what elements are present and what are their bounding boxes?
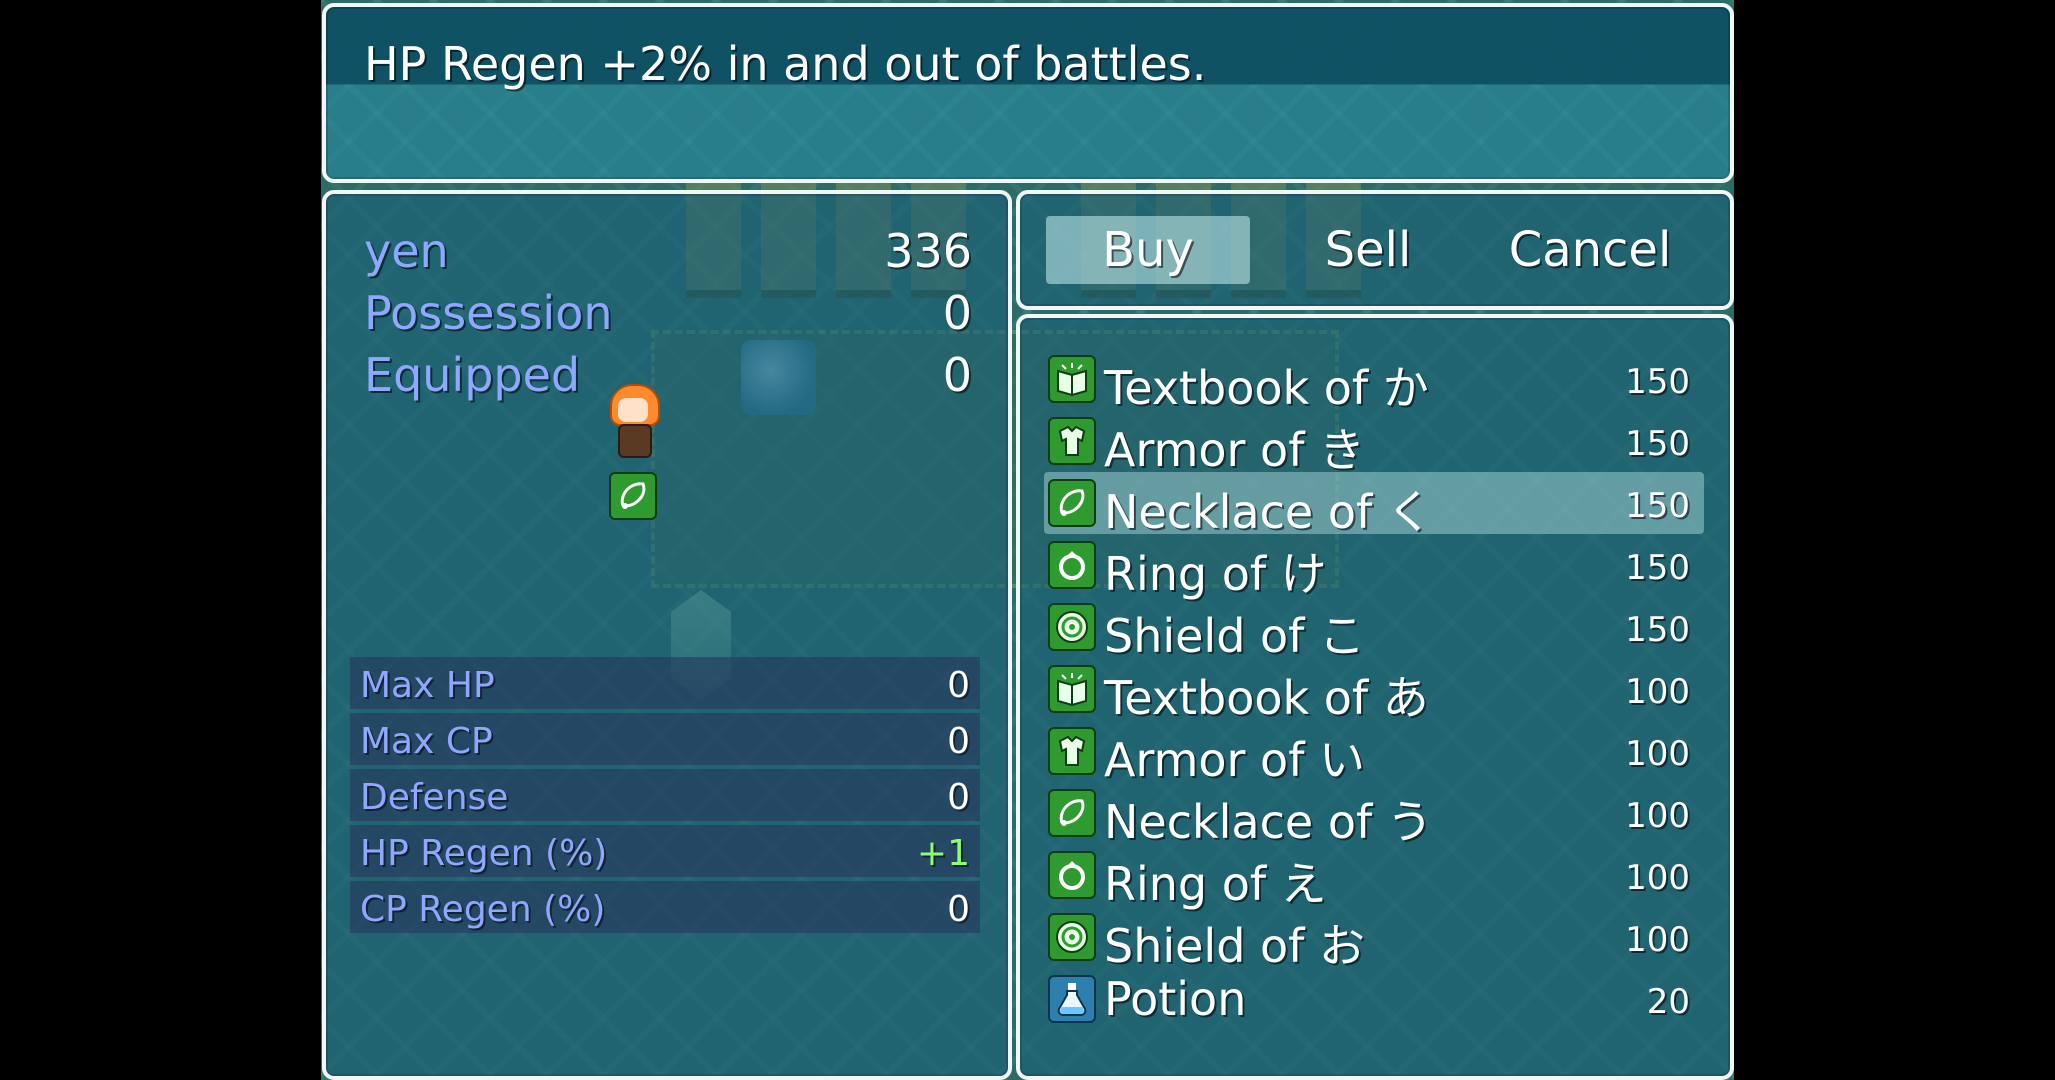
equipped-value: 0 [942, 348, 972, 402]
item-price: 150 [1625, 548, 1690, 588]
potion-icon [1048, 975, 1096, 1023]
param-row: HP Regen (%) +1 [350, 825, 980, 877]
item-price: 100 [1625, 920, 1690, 960]
item-price: 100 [1625, 796, 1690, 836]
item-name: Necklace of う [1104, 795, 1433, 849]
necklace-icon [1048, 479, 1096, 527]
actor-body [618, 424, 652, 458]
item-name: Potion [1104, 972, 1247, 1026]
item-name: Armor of い [1104, 733, 1366, 787]
item-price: 100 [1625, 734, 1690, 774]
param-value: 0 [947, 889, 970, 930]
param-label: HP Regen (%) [360, 833, 608, 874]
item-description: HP Regen +2% in and out of battles. [364, 37, 1207, 91]
item-name: Ring of え [1104, 857, 1327, 911]
ring-icon [1048, 851, 1096, 899]
armor-icon [1048, 727, 1096, 775]
textbook-icon [1048, 355, 1096, 403]
buy-button[interactable]: Buy [1046, 216, 1250, 284]
list-item[interactable]: Textbook of あ 100 [1044, 658, 1704, 725]
param-value-increase: +1 [916, 833, 970, 874]
ring-icon [1048, 541, 1096, 589]
param-label: Defense [360, 777, 509, 818]
parameter-list: Max HP 0 Max CP 0 Defense 0 HP Regen (%)… [350, 657, 980, 937]
command-window: Buy Sell Cancel [1016, 190, 1734, 310]
shield-icon [1048, 603, 1096, 651]
help-window: HP Regen +2% in and out of battles. [322, 3, 1734, 183]
param-row: CP Regen (%) 0 [350, 881, 980, 933]
param-label: Max HP [360, 665, 495, 706]
param-row: Max CP 0 [350, 713, 980, 765]
item-price: 150 [1625, 362, 1690, 402]
item-price: 100 [1625, 672, 1690, 712]
possession-value: 0 [942, 286, 972, 340]
item-name: Textbook of か [1104, 361, 1429, 415]
item-name: Shield of こ [1104, 609, 1365, 663]
param-row: Max HP 0 [350, 657, 980, 709]
list-item[interactable]: Ring of え 100 [1044, 844, 1704, 911]
list-item[interactable]: Potion 20 [1044, 968, 1704, 1030]
param-row: Defense 0 [350, 769, 980, 821]
item-name: Armor of き [1104, 423, 1366, 477]
list-item[interactable]: Ring of け 150 [1044, 534, 1704, 601]
currency-label: yen [364, 224, 449, 278]
possession-label: Possession [364, 286, 613, 340]
actor-face [618, 398, 648, 422]
armor-icon [1048, 417, 1096, 465]
param-label: Max CP [360, 721, 493, 762]
cancel-button[interactable]: Cancel [1488, 216, 1692, 284]
item-list-window: Textbook of か 150 Armor of き 150 Necklac… [1016, 314, 1734, 1080]
equipped-label: Equipped [364, 348, 581, 402]
list-item[interactable]: Necklace of う 100 [1044, 782, 1704, 849]
item-price: 150 [1625, 486, 1690, 526]
list-item[interactable]: Shield of こ 150 [1044, 596, 1704, 663]
item-name: Textbook of あ [1104, 671, 1429, 725]
item-price: 150 [1625, 610, 1690, 650]
sell-button[interactable]: Sell [1266, 216, 1470, 284]
currency-value: 336 [884, 224, 972, 278]
item-price: 100 [1625, 858, 1690, 898]
list-item[interactable]: Armor of き 150 [1044, 410, 1704, 477]
item-name: Shield of お [1104, 919, 1365, 973]
necklace-icon [1048, 789, 1096, 837]
param-value: 0 [947, 665, 970, 706]
item-name: Necklace of く [1104, 485, 1433, 539]
item-price: 150 [1625, 424, 1690, 464]
textbook-icon [1048, 665, 1096, 713]
param-label: CP Regen (%) [360, 889, 606, 930]
item-list: Textbook of か 150 Armor of き 150 Necklac… [1044, 348, 1704, 1030]
list-item[interactable]: Shield of お 100 [1044, 906, 1704, 973]
shield-icon [1048, 913, 1096, 961]
status-window: yen 336 Possession 0 Equipped 0 Max HP 0… [322, 190, 1012, 1080]
list-item[interactable]: Textbook of か 150 [1044, 348, 1704, 415]
list-item[interactable]: Armor of い 100 [1044, 720, 1704, 787]
param-value: 0 [947, 721, 970, 762]
necklace-icon [609, 472, 657, 520]
actor-sprite [608, 384, 660, 464]
param-value: 0 [947, 777, 970, 818]
item-name: Ring of け [1104, 547, 1327, 601]
item-price: 20 [1646, 982, 1690, 1022]
list-item-selected[interactable]: Necklace of く 150 [1044, 472, 1704, 539]
